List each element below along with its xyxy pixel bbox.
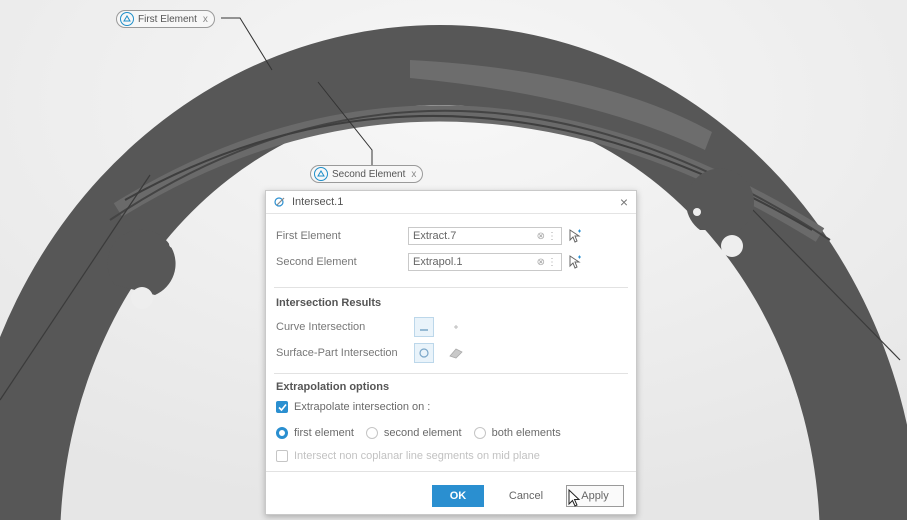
mouse-cursor-icon: [568, 489, 581, 507]
first-element-value: Extract.7: [413, 230, 457, 242]
radio-button[interactable]: [473, 427, 486, 439]
surface-intersection-row: Surface-Part Intersection: [276, 343, 478, 363]
surface-patch-icon[interactable]: [446, 343, 466, 363]
dialog-title: Intersect.1: [292, 196, 344, 208]
radio-button[interactable]: [276, 427, 288, 439]
intersection-results-title: Intersection Results: [276, 297, 382, 309]
selection-picker-icon[interactable]: [566, 227, 584, 245]
clear-icon[interactable]: ⊗: [537, 257, 545, 268]
surface-intersection-label: Surface-Part Intersection: [276, 347, 398, 359]
intersect-icon: [314, 167, 328, 181]
first-element-callout[interactable]: First Element x: [116, 10, 215, 28]
first-element-field[interactable]: Extract.7 ⊗ ⋮: [408, 227, 562, 245]
callout-label: Second Element: [332, 168, 406, 180]
mid-plane-checkbox-row: Intersect non coplanar line segments on …: [276, 450, 540, 462]
extrapolate-checkbox-row[interactable]: Extrapolate intersection on :: [276, 401, 430, 413]
curve-intersection-label: Curve Intersection: [276, 321, 366, 333]
curve-line-icon[interactable]: [414, 317, 434, 337]
curve-point-icon[interactable]: [446, 317, 466, 337]
second-element-value: Extrapol.1: [413, 256, 463, 268]
ok-button[interactable]: OK: [432, 485, 484, 507]
radio-label: second element: [383, 427, 462, 439]
divider: [274, 373, 628, 374]
extrapolate-label: Extrapolate intersection on :: [294, 401, 431, 413]
divider: [274, 287, 628, 288]
more-icon[interactable]: ⋮: [547, 231, 557, 242]
callout-label: First Element: [138, 13, 197, 25]
radio-button[interactable]: [365, 427, 378, 439]
callout-close-icon[interactable]: x: [411, 169, 416, 180]
first-element-label: First Element: [276, 230, 341, 242]
selection-picker-icon[interactable]: [566, 253, 584, 271]
divider: [266, 471, 636, 472]
curve-intersection-row: Curve Intersection: [276, 317, 478, 337]
extrapolation-title: Extrapolation options: [276, 381, 390, 393]
intersect-icon: [274, 197, 285, 207]
mid-plane-label: Intersect non coplanar line segments on …: [294, 450, 540, 462]
intersect-icon: [120, 12, 134, 26]
radio-both-elements[interactable]: both elements: [473, 427, 561, 439]
dialog-titlebar[interactable]: Intersect.1 ×: [266, 191, 636, 214]
second-element-field[interactable]: Extrapol.1 ⊗ ⋮: [408, 253, 562, 271]
callout-close-icon[interactable]: x: [203, 14, 208, 25]
first-element-row: First Element Extract.7 ⊗ ⋮: [276, 227, 584, 245]
radio-label: both elements: [491, 427, 561, 439]
surface-contour-icon[interactable]: [414, 343, 434, 363]
extrapolate-checkbox[interactable]: [276, 401, 288, 413]
clear-icon[interactable]: ⊗: [537, 231, 545, 242]
second-element-label: Second Element: [276, 256, 357, 268]
cancel-button[interactable]: Cancel: [498, 485, 554, 507]
intersect-dialog: Intersect.1 × First Element Extract.7 ⊗ …: [265, 190, 637, 515]
more-icon[interactable]: ⋮: [547, 257, 557, 268]
extrapolate-radio-group: first element second element both elemen…: [276, 427, 573, 439]
second-element-row: Second Element Extrapol.1 ⊗ ⋮: [276, 253, 584, 271]
mid-plane-checkbox: [276, 450, 288, 462]
close-icon[interactable]: ×: [620, 194, 628, 210]
radio-second-element[interactable]: second element: [365, 427, 462, 439]
radio-first-element[interactable]: first element: [276, 427, 354, 439]
second-element-callout[interactable]: Second Element x: [310, 165, 424, 183]
radio-label: first element: [294, 427, 354, 439]
